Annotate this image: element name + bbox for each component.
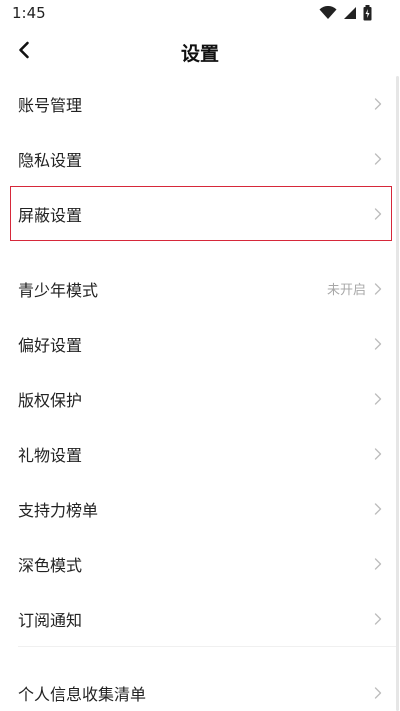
chevron-right-icon	[374, 686, 382, 699]
settings-row[interactable]: 深色模式	[0, 536, 396, 591]
header: 设置	[0, 28, 400, 76]
section-divider	[18, 646, 396, 665]
settings-row-label: 版权保护	[18, 390, 83, 410]
wifi-icon	[319, 6, 337, 20]
signal-icon	[343, 6, 357, 20]
status-time: 1:45	[12, 4, 46, 22]
chevron-right-icon	[374, 207, 382, 220]
chevron-right-icon	[374, 557, 382, 570]
page-title: 设置	[180, 43, 219, 65]
status-bar: 1:45	[0, 0, 400, 28]
chevron-right-icon	[374, 152, 382, 165]
chevron-right-icon	[374, 447, 382, 460]
settings-row-label: 青少年模式	[18, 280, 99, 300]
settings-row[interactable]: 青少年模式 未开启	[0, 261, 396, 316]
settings-row-label: 个人信息收集清单	[18, 684, 147, 704]
settings-list: 账号管理隐私设置屏蔽设置青少年模式 未开启偏好设置版权保护礼物设置支持力榜单深色模…	[0, 76, 396, 711]
settings-row[interactable]: 个人信息收集清单	[0, 665, 396, 711]
settings-row-label: 账号管理	[18, 95, 83, 115]
settings-row-label: 订阅通知	[18, 610, 83, 630]
scrollbar[interactable]	[396, 76, 399, 711]
settings-row[interactable]: 账号管理	[0, 76, 396, 131]
settings-row-label: 支持力榜单	[18, 500, 99, 520]
settings-screen: 1:45 设置 账号管理隐私设置屏蔽设置青少年模式 未开启偏好设置版权保护礼物设置…	[0, 0, 400, 711]
settings-row-label: 屏蔽设置	[18, 205, 83, 225]
settings-row[interactable]: 隐私设置	[0, 131, 396, 186]
settings-row-label: 偏好设置	[18, 335, 83, 355]
settings-row[interactable]: 偏好设置	[0, 316, 396, 371]
chevron-right-icon	[374, 97, 382, 110]
status-icons	[319, 5, 372, 21]
settings-row[interactable]: 屏蔽设置	[10, 186, 392, 241]
settings-row[interactable]: 礼物设置	[0, 426, 396, 481]
settings-row-value: 未开启	[326, 283, 366, 298]
chevron-right-icon	[374, 612, 382, 625]
settings-row[interactable]: 订阅通知	[0, 591, 396, 646]
settings-row-label: 深色模式	[18, 555, 83, 575]
settings-row[interactable]: 版权保护	[0, 371, 396, 426]
settings-row[interactable]: 支持力榜单	[0, 481, 396, 536]
chevron-right-icon	[374, 337, 382, 350]
chevron-right-icon	[374, 502, 382, 515]
chevron-right-icon	[374, 282, 382, 295]
battery-icon	[363, 5, 372, 21]
chevron-right-icon	[374, 392, 382, 405]
settings-row-label: 隐私设置	[18, 150, 83, 170]
settings-row-label: 礼物设置	[18, 445, 83, 465]
